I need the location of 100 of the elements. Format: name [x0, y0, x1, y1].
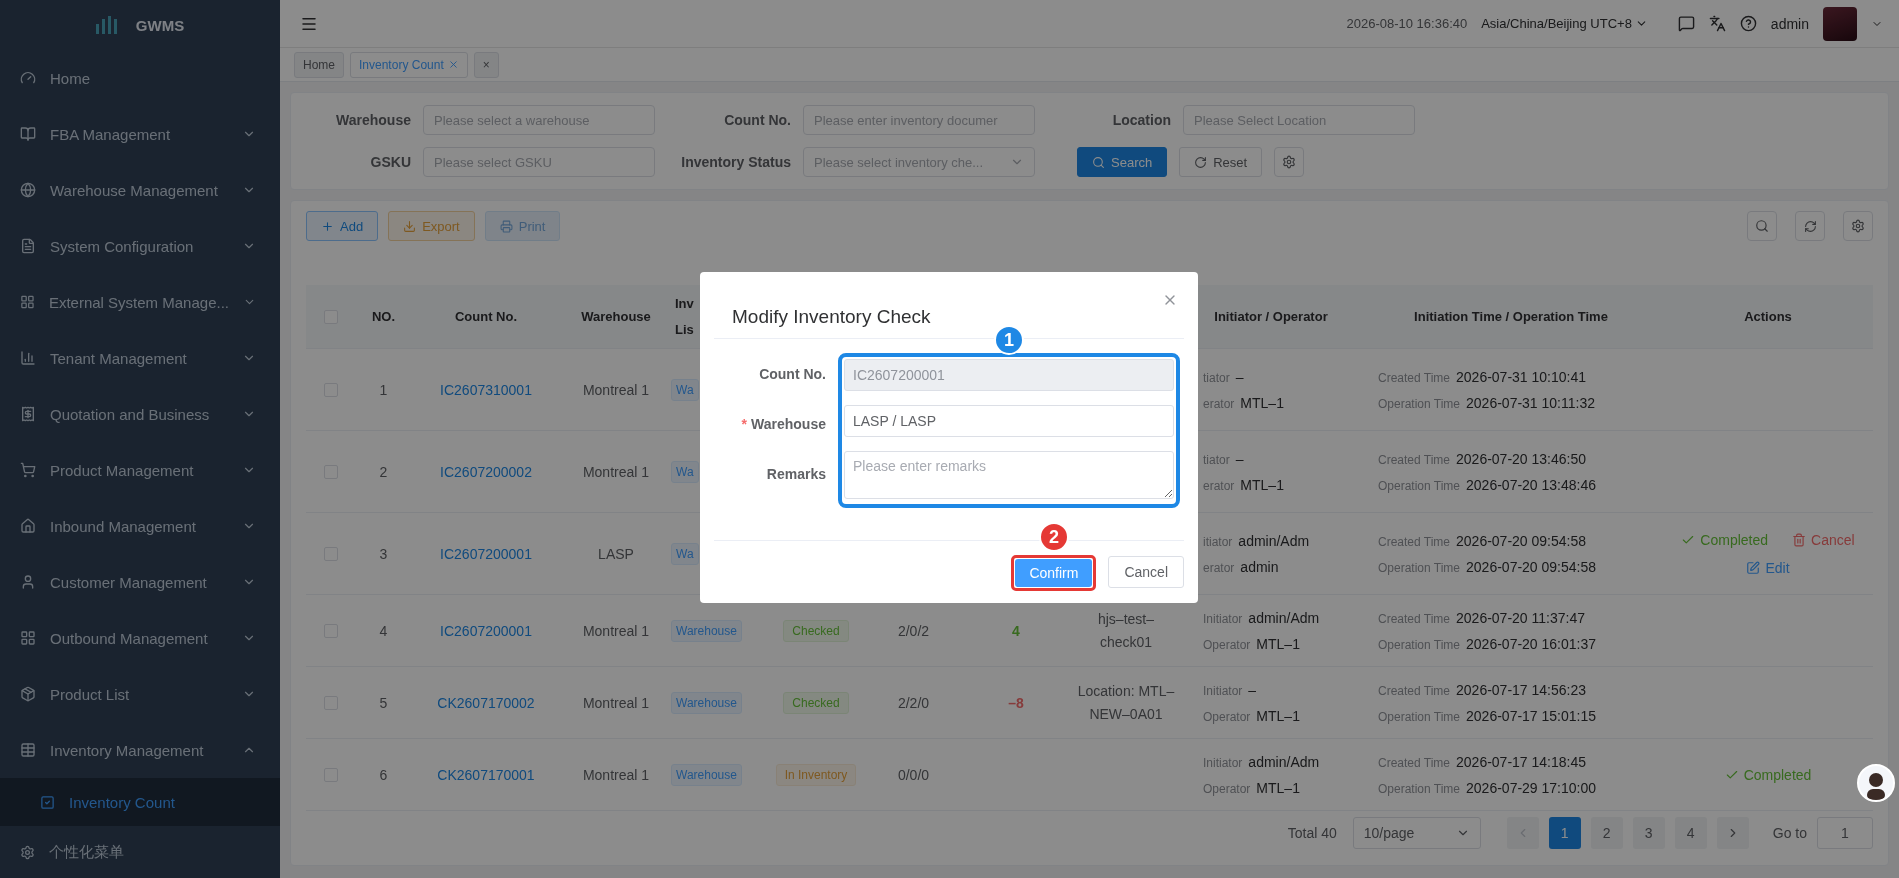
count-link[interactable]: IC2607200002: [440, 463, 532, 480]
page-button[interactable]: 4: [1674, 817, 1707, 849]
page-tab[interactable]: ×: [473, 51, 499, 78]
sidebar-item[interactable]: Outbound Management: [0, 610, 280, 666]
difference-value: 4: [1012, 622, 1020, 639]
initiator-text: tiator –: [1203, 450, 1245, 467]
settings-button[interactable]: [1274, 147, 1305, 177]
search-button[interactable]: [1747, 211, 1777, 241]
cancel-link[interactable]: Cancel: [1792, 531, 1855, 548]
sidebar-item[interactable]: System Configuration: [0, 218, 280, 274]
sidebar-item[interactable]: FBA Management: [0, 106, 280, 162]
sidebar-item[interactable]: Home: [0, 50, 280, 106]
table-cell-text: 6: [378, 766, 389, 783]
avatar[interactable]: [1823, 6, 1857, 41]
menu-item-icon: [20, 742, 36, 758]
remarks-field[interactable]: Please enter remarks: [844, 451, 1174, 499]
field-label: Count No.: [758, 365, 826, 384]
table-cell-text: 2/2/0: [896, 694, 931, 711]
search-button[interactable]: Search: [1077, 147, 1168, 177]
refresh-icon: [1803, 219, 1817, 233]
sidebar-item[interactable]: 个性化菜单: [0, 826, 280, 878]
sidebar-item[interactable]: Inbound Management: [0, 498, 280, 554]
table-cell-text: Montreal 1: [581, 766, 651, 783]
checkbox-icon: [40, 794, 55, 810]
translate-icon[interactable]: [1708, 15, 1726, 32]
count-link[interactable]: CK2607170002: [437, 694, 535, 711]
settings-icon: [20, 844, 35, 860]
menu-item-icon: [20, 574, 36, 590]
refresh-button[interactable]: [1795, 211, 1825, 241]
edit-link[interactable]: Edit: [1746, 559, 1790, 576]
page-button[interactable]: 3: [1632, 817, 1665, 849]
table-cell-text: LASP: [597, 545, 635, 562]
complete-link[interactable]: Completed: [1724, 766, 1812, 783]
settings-icon: [1282, 155, 1297, 169]
export-button[interactable]: Export: [388, 211, 475, 241]
operation-time: Operation Time 2026-07-31 10:11:32: [1378, 394, 1596, 411]
step-badge: 1: [994, 325, 1024, 355]
operation-time: Operation Time 2026-07-17 15:01:15: [1378, 707, 1598, 724]
count-link[interactable]: IC2607310001: [440, 381, 532, 398]
settings-icon: [1851, 219, 1865, 233]
operation-time: Operation Time 2026-07-20 16:01:37: [1378, 635, 1598, 652]
table-cell-text: Montreal 1: [581, 463, 651, 480]
count-link[interactable]: IC2607200001: [440, 545, 532, 562]
goto-input[interactable]: 1: [1817, 817, 1873, 849]
cancel-button[interactable]: Cancel: [1108, 556, 1184, 588]
sidebar-item[interactable]: Customer Management: [0, 554, 280, 610]
operator-text: erator MTL–1: [1203, 394, 1285, 411]
page-button[interactable]: 2: [1590, 817, 1623, 849]
menu-item-icon: [20, 462, 36, 478]
menu-item-icon: [20, 126, 36, 142]
column-header: NO.: [370, 307, 397, 326]
search-icon: [1755, 219, 1769, 233]
sidebar-item[interactable]: Inventory Management: [0, 722, 280, 778]
operator-text: Operator MTL–1: [1203, 779, 1301, 796]
add-button[interactable]: Add: [306, 211, 379, 241]
field-label: * Warehouse: [740, 415, 826, 434]
field-label: Inventory Status: [680, 154, 791, 170]
field-label: Count No.: [723, 112, 791, 128]
user-name[interactable]: admin: [1770, 15, 1809, 32]
created-time: Created Time 2026-07-31 10:10:41: [1378, 368, 1588, 385]
previous-page-button[interactable]: [1506, 817, 1539, 849]
sidebar-item[interactable]: Tenant Management: [0, 330, 280, 386]
confirm-button[interactable]: Confirm: [1015, 559, 1093, 587]
close-icon[interactable]: [447, 59, 459, 70]
created-time: Created Time 2026-07-20 11:37:47: [1378, 609, 1586, 626]
message-icon[interactable]: [1677, 15, 1695, 32]
status-tag: Checked: [783, 619, 849, 642]
operation-time: Operation Time 2026-07-20 13:48:46: [1378, 476, 1598, 493]
operation-time: Operation Time 2026-07-29 17:10:00: [1378, 779, 1598, 796]
reset-button[interactable]: Reset: [1179, 147, 1263, 177]
table-cell-text: 2: [378, 463, 389, 480]
complete-link[interactable]: Completed: [1681, 531, 1769, 548]
sidebar-item[interactable]: Product Management: [0, 442, 280, 498]
menu-item-icon: [20, 630, 36, 646]
settings-button[interactable]: [1843, 211, 1873, 241]
sidebar-item[interactable]: Warehouse Management: [0, 162, 280, 218]
page-button[interactable]: 1: [1548, 817, 1581, 849]
difference-value: –8: [1008, 694, 1024, 711]
operator-text: erator admin: [1203, 558, 1280, 575]
count-link[interactable]: CK2607170001: [437, 766, 535, 783]
sidebar-item[interactable]: Quotation and Business: [0, 386, 280, 442]
next-page-button[interactable]: [1716, 817, 1749, 849]
field-label: Warehouse: [335, 112, 411, 128]
column-header: Count No.: [453, 307, 519, 326]
table-cell-text: 5: [378, 694, 389, 711]
count-link[interactable]: IC2607200001: [440, 622, 532, 639]
sidebar-item[interactable]: Product List: [0, 666, 280, 722]
column-header: Initiator / Operator: [1213, 307, 1329, 326]
input-field[interactable]: LASP / LASP: [844, 405, 1174, 437]
timezone-select[interactable]: Asia/China/Beijing UTC+8: [1481, 16, 1648, 31]
sidebar-item[interactable]: External System Manage...: [0, 274, 280, 330]
operator-text: Operator MTL–1: [1203, 707, 1301, 724]
sidebar-subitem[interactable]: Inventory Count: [0, 778, 280, 826]
page-size-select[interactable]: 10/page: [1352, 817, 1481, 849]
page-tab[interactable]: Inventory Count: [350, 51, 468, 78]
page-tab[interactable]: Home: [294, 51, 344, 78]
menu-item-icon: [20, 70, 36, 86]
status-tag: In Inventory: [775, 763, 857, 786]
total-count: Total 40: [1287, 825, 1337, 841]
help-icon[interactable]: [1739, 15, 1757, 32]
